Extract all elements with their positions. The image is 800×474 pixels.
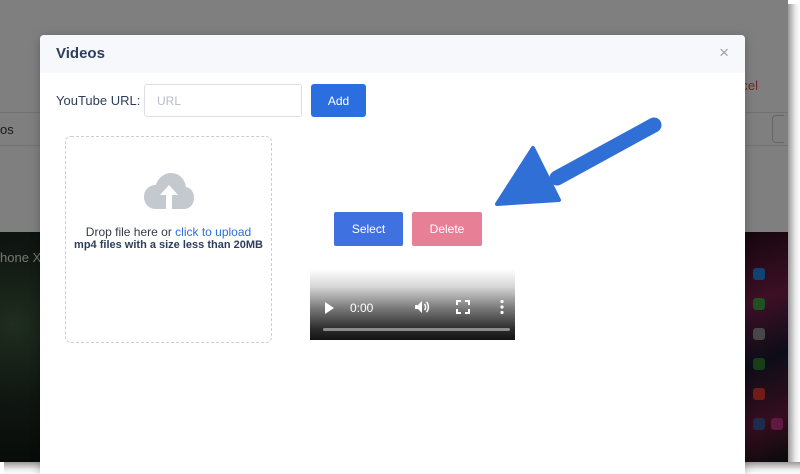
dropzone-text: Drop file here or click to upload: [66, 225, 271, 239]
youtube-url-input[interactable]: [144, 84, 302, 117]
close-icon[interactable]: ×: [719, 44, 729, 61]
videos-dialog: Videos × YouTube URL: Add Drop file here…: [40, 35, 745, 474]
dropzone-hint: mp4 files with a size less than 20MB: [74, 239, 263, 251]
dialog-title: Videos: [56, 45, 105, 62]
annotation-arrow-icon: [495, 117, 662, 206]
click-to-upload-link[interactable]: click to upload: [175, 225, 251, 239]
more-options-icon[interactable]: [499, 299, 505, 315]
cloud-upload-icon: [144, 173, 194, 209]
dropzone-prefix: Drop file here or: [85, 225, 176, 239]
video-progress-bar[interactable]: [323, 328, 510, 331]
volume-icon[interactable]: [414, 299, 430, 315]
play-icon[interactable]: [325, 302, 334, 314]
video-player[interactable]: 0:00: [310, 269, 515, 340]
add-button[interactable]: Add: [311, 84, 366, 117]
frame-shadow: [788, 4, 800, 474]
dialog-header: Videos ×: [40, 35, 745, 73]
fullscreen-icon[interactable]: [456, 300, 470, 314]
delete-button[interactable]: Delete: [412, 212, 482, 246]
video-time: 0:00: [350, 301, 374, 315]
youtube-url-label: YouTube URL:: [56, 93, 141, 108]
select-button[interactable]: Select: [334, 212, 403, 246]
upload-dropzone[interactable]: Drop file here or click to upload mp4 fi…: [65, 136, 272, 343]
